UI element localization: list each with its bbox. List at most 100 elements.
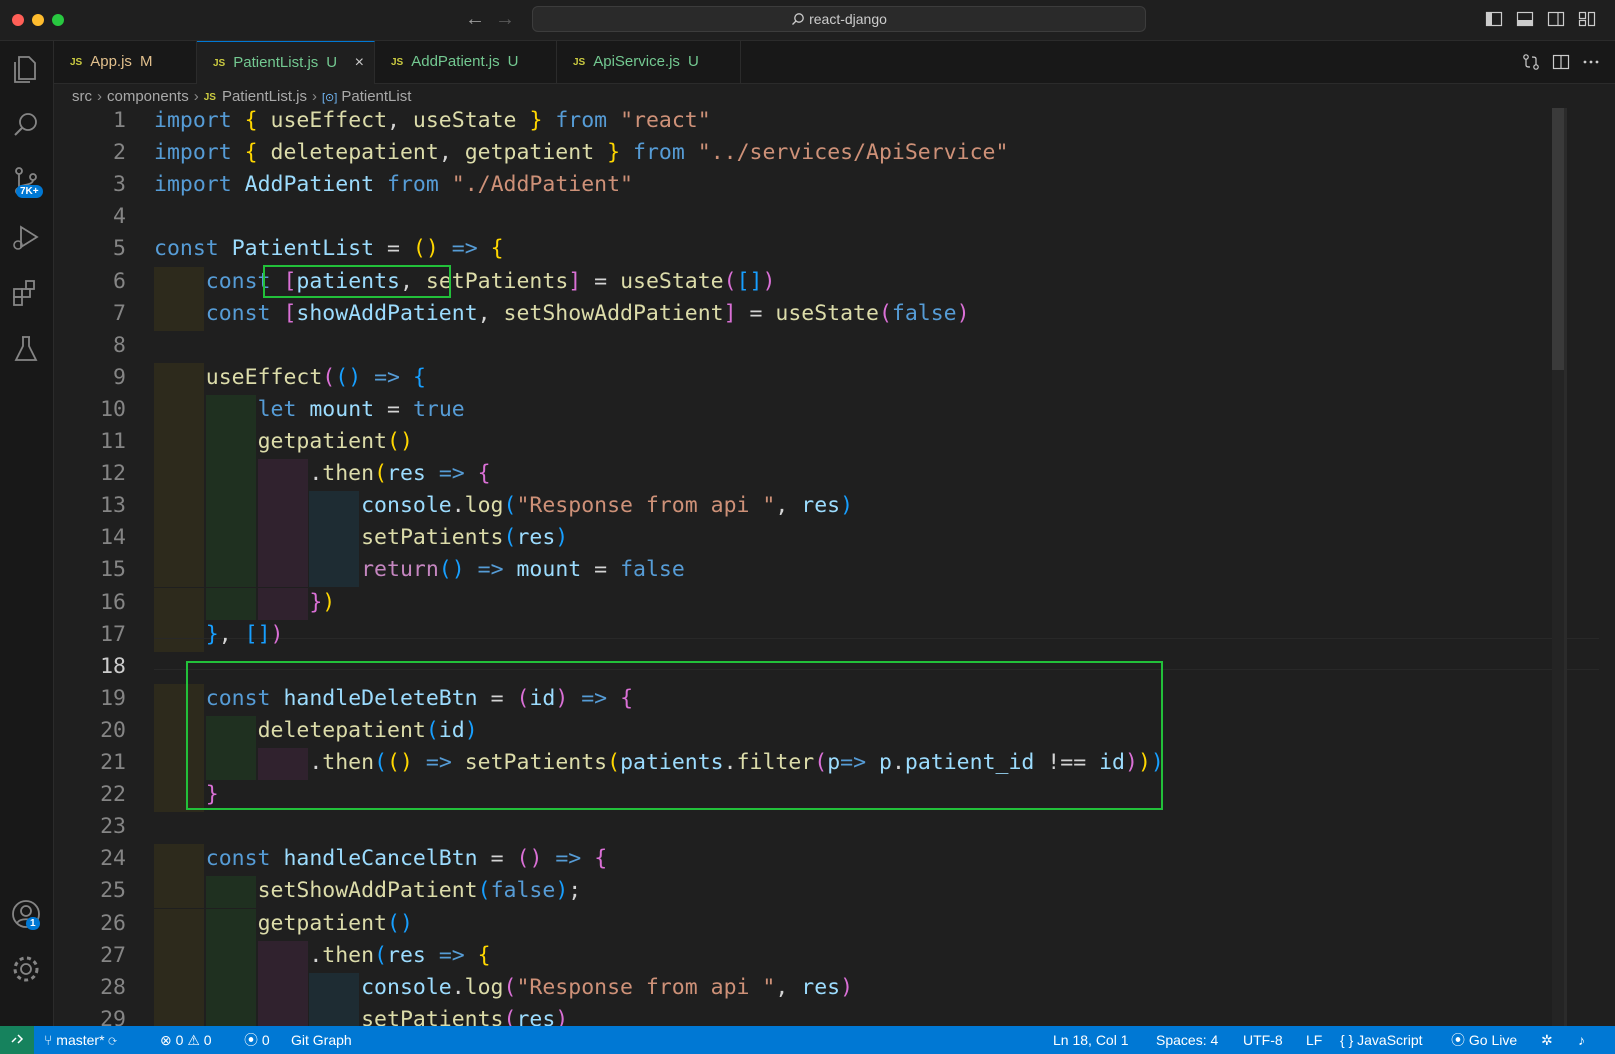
code-line[interactable]: import AddPatient from "./AddPatient" [154, 169, 633, 201]
code-line[interactable]: useEffect(() => { [154, 362, 426, 394]
gear-icon[interactable] [8, 951, 44, 987]
code-line[interactable]: getpatient() [154, 908, 413, 940]
tab-apiservice-js[interactable]: JS ApiService.js U [557, 41, 741, 83]
more-actions-icon[interactable] [1582, 53, 1600, 71]
branch-name: master* [56, 1032, 105, 1048]
extensions-icon[interactable] [8, 275, 44, 311]
command-center[interactable]: react-django [532, 6, 1146, 32]
breadcrumb-folder-src[interactable]: src [72, 88, 92, 105]
tab-status: U [507, 53, 519, 70]
warning-icon: ⚠ [187, 1032, 200, 1048]
branch-status[interactable]: ⑂ master* ⟳ [44, 1026, 117, 1054]
code-line[interactable]: .then(() => setPatients(patients.filter(… [154, 747, 1164, 779]
tab-label: PatientList.js [233, 54, 319, 71]
tab-label: ApiService.js [593, 53, 680, 70]
run-debug-icon[interactable] [8, 219, 44, 255]
code-line[interactable]: import { useEffect, useState } from "rea… [154, 108, 711, 137]
forward-arrow-icon[interactable]: → [495, 8, 515, 31]
git-graph-button[interactable]: Git Graph [291, 1026, 352, 1054]
line-number: 8 [113, 332, 126, 358]
breadcrumb-file[interactable]: PatientList.js [222, 88, 307, 105]
flask-icon[interactable] [8, 331, 44, 367]
search-icon[interactable] [8, 107, 44, 143]
code-line[interactable]: console.log("Response from api ", res) [154, 972, 853, 1004]
code-line[interactable]: const handleCancelBtn = () => { [154, 843, 607, 875]
window-title: react-django [809, 11, 887, 27]
toggle-panel-icon[interactable] [1516, 10, 1534, 28]
line-number: 28 [100, 974, 126, 1000]
code-line[interactable]: import { deletepatient, getpatient } fro… [154, 137, 1008, 169]
back-arrow-icon[interactable]: ← [465, 8, 485, 31]
accounts-badge: 1 [26, 917, 40, 930]
split-editor-icon[interactable] [1552, 53, 1570, 71]
code-line[interactable]: setShowAddPatient(false); [154, 875, 582, 907]
tab-app-js[interactable]: JS App.js M [54, 41, 197, 83]
error-icon: ⊗ [160, 1032, 172, 1048]
remote-indicator[interactable] [0, 1026, 34, 1054]
bell-icon[interactable]: ♪ [1578, 1026, 1585, 1054]
line-number: 17 [100, 621, 126, 647]
broadcast-icon: ⦿ [244, 1032, 258, 1048]
indentation-status[interactable]: Spaces: 4 [1156, 1026, 1218, 1054]
toggle-primary-sidebar-icon[interactable] [1485, 10, 1503, 28]
tab-addpatient-js[interactable]: JS AddPatient.js U [375, 41, 557, 83]
breadcrumb-symbol[interactable]: PatientList [341, 88, 411, 105]
line-number: 11 [100, 429, 126, 454]
ports-status[interactable]: ⦿ 0 [244, 1026, 270, 1054]
close-icon[interactable]: × [355, 42, 364, 84]
go-live-button[interactable]: ⦿ Go Live [1451, 1026, 1517, 1054]
code-line[interactable]: }) [154, 587, 335, 619]
code-line[interactable]: console.log("Response from api ", res) [154, 490, 853, 522]
js-file-icon: JS [70, 57, 83, 68]
code-line[interactable]: const [patients, setPatients] = useState… [154, 266, 776, 298]
toggle-secondary-sidebar-icon[interactable] [1547, 10, 1565, 28]
problems-status[interactable]: ⊗ 0 ⚠ 0 [160, 1026, 212, 1054]
line-number: 20 [100, 717, 126, 743]
code-line[interactable]: }, []) [154, 619, 284, 651]
code-line[interactable]: return() => mount = false [154, 554, 685, 586]
symbol-icon: [⊙] [322, 92, 338, 104]
code-line[interactable]: const handleDeleteBtn = (id) => { [154, 683, 633, 715]
go-live-label: Go Live [1468, 1032, 1518, 1048]
encoding-status[interactable]: UTF-8 [1243, 1026, 1283, 1054]
tab-status: U [326, 54, 338, 71]
line-number: 9 [113, 364, 126, 390]
code-editor[interactable]: 1 2 3 4 5 6 7 8 9 10 11 12 13 14 15 16 17 18 19 20 21 22 23 24 2… [54, 108, 1599, 1026]
language-mode[interactable]: { } JavaScript [1340, 1026, 1423, 1054]
tab-label: App.js [90, 53, 132, 70]
code-line[interactable]: setPatients(res) [154, 522, 568, 554]
js-file-icon: JS [203, 92, 216, 103]
code-line[interactable]: .then(res => { [154, 940, 490, 972]
open-changes-icon[interactable] [1522, 53, 1540, 71]
code-line[interactable]: .then(res => { [154, 458, 490, 490]
line-number: 5 [113, 236, 126, 262]
code-line[interactable]: getpatient() [154, 426, 413, 458]
scrollbar-thumb[interactable] [1552, 108, 1564, 370]
code-line[interactable]: let mount = true [154, 394, 465, 426]
line-number: 2 [113, 140, 126, 166]
code-line[interactable]: deletepatient(id) [154, 715, 478, 747]
close-window-button[interactable] [12, 14, 24, 26]
js-file-icon: JS [573, 57, 586, 68]
js-file-icon: JS [213, 58, 226, 69]
error-count: 0 [175, 1032, 184, 1048]
breadcrumb-folder-components[interactable]: components [107, 88, 189, 105]
chevron-right-icon: › [312, 88, 317, 105]
code-line[interactable]: const [showAddPatient, setShowAddPatient… [154, 298, 970, 330]
zoom-window-button[interactable] [52, 14, 64, 26]
code-line[interactable]: } [154, 779, 219, 811]
title-bar: ← → react-django [0, 0, 1615, 41]
search-icon [792, 13, 804, 25]
minimize-window-button[interactable] [32, 14, 44, 26]
files-icon[interactable] [8, 51, 44, 87]
scm-badge: 7K+ [16, 185, 43, 198]
cursor-position[interactable]: Ln 18, Col 1 [1053, 1026, 1129, 1054]
remote-icon [11, 1034, 24, 1044]
eol-status[interactable]: LF [1306, 1026, 1322, 1054]
customize-layout-icon[interactable] [1578, 10, 1596, 28]
code-line[interactable]: setPatients(res) [154, 1004, 568, 1026]
overview-ruler [1564, 108, 1567, 1026]
copilot-icon[interactable]: ✲ [1541, 1026, 1553, 1054]
code-line[interactable]: const PatientList = () => { [154, 233, 504, 265]
tab-patientlist-js[interactable]: JS PatientList.js U × [197, 41, 375, 84]
